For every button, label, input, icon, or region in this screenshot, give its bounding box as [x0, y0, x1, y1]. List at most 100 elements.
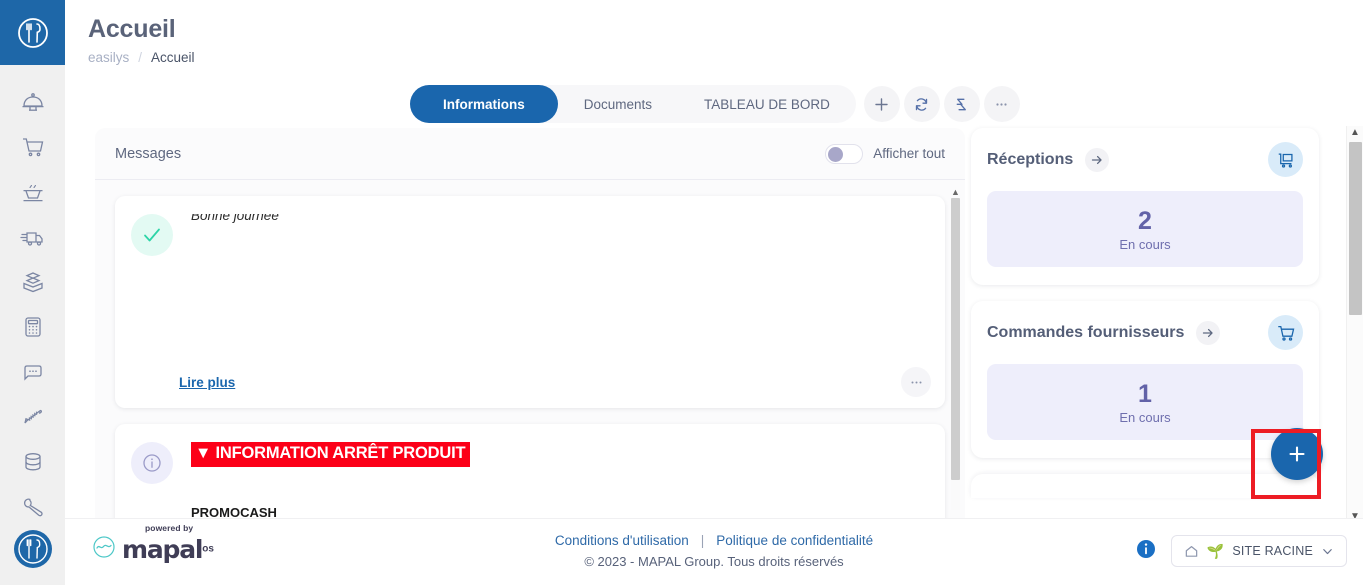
messages-header: Messages Afficher tout [95, 128, 965, 180]
page-scrollbar-track[interactable] [1348, 140, 1362, 510]
main-content: Messages Afficher tout Bonne journee Lir… [95, 128, 1335, 518]
page-scrollbar-thumb[interactable] [1348, 142, 1362, 315]
sidebar-item-stock[interactable] [0, 259, 65, 304]
footer-links: Conditions d'utilisation | Politique de … [555, 533, 873, 548]
stat-card-title: Commandes fournisseurs [987, 323, 1185, 341]
message-text: Bonne journee [191, 214, 279, 223]
info-circle-icon[interactable] [1135, 538, 1157, 565]
stat-card-icon-badge [1268, 142, 1303, 177]
terms-link[interactable]: Conditions d'utilisation [555, 533, 689, 548]
messages-panel: Messages Afficher tout Bonne journee Lir… [95, 128, 965, 518]
messages-scrollbar-thumb[interactable] [951, 198, 960, 480]
fish-bone-icon [23, 409, 42, 423]
stat-card-value-box: 2 En cours [987, 191, 1303, 267]
page-header: Accueil easilys / Accueil [88, 14, 195, 65]
message-avatar [131, 442, 173, 484]
stat-card-commandes-fournisseurs: Commandes fournisseurs 1 En cours [971, 301, 1323, 480]
show-all-toggle[interactable] [825, 143, 864, 164]
message-more-button[interactable] [901, 367, 931, 397]
breadcrumb-current: Accueil [151, 50, 195, 65]
info-circle-icon [1136, 539, 1155, 558]
tab-documents[interactable]: Documents [558, 85, 678, 123]
sidebar-item-cloche[interactable] [0, 79, 65, 124]
info-icon [143, 454, 161, 472]
stat-card-icon-badge [1268, 315, 1303, 350]
stat-card-receptions: Réceptions 2 En cours [971, 128, 1319, 285]
more-options-button[interactable] [983, 86, 1020, 122]
messages-scrollbar[interactable]: ▲ [950, 188, 961, 510]
sidebar-item-calculator[interactable] [0, 304, 65, 349]
wrench-icon [23, 498, 43, 516]
read-more-link[interactable]: Lire plus [179, 375, 235, 390]
messages-title: Messages [115, 145, 182, 162]
stat-card-arrow-button[interactable] [1085, 147, 1110, 172]
page-scroll-up-icon[interactable]: ▲ [1350, 126, 1360, 140]
plus-icon [875, 97, 889, 111]
check-icon [144, 228, 160, 242]
sidebar-item-fish[interactable] [0, 394, 65, 439]
site-selector[interactable]: 🌱 SITE RACINE [1170, 535, 1347, 567]
message-body: Bonne journee [191, 214, 929, 256]
ellipsis-icon [996, 102, 1007, 106]
stat-card-value: 1 [1138, 379, 1152, 408]
breadcrumb-root[interactable]: easilys [88, 50, 129, 65]
stats-column: Réceptions 2 En cours Commandes fourniss… [971, 128, 1323, 518]
add-order-fab[interactable] [1271, 428, 1323, 480]
page-scrollbar[interactable]: ▲ ▼ [1346, 126, 1363, 524]
sidebar-item-chat[interactable] [0, 349, 65, 394]
footer-link-separator: | [700, 533, 705, 548]
sidebar-item-cart[interactable] [0, 124, 65, 169]
tab-informations[interactable]: Informations [410, 85, 558, 123]
sidebar-item-database[interactable] [0, 439, 65, 484]
powered-by-label: powered by [145, 523, 194, 533]
app-root: Accueil easilys / Accueil Informations D… [0, 0, 1363, 585]
add-tab-button[interactable] [863, 86, 900, 122]
footer-right: 🌱 SITE RACINE [1135, 535, 1347, 567]
scroll-up-icon[interactable]: ▲ [951, 188, 960, 197]
sidebar-item-pot[interactable] [0, 169, 65, 214]
toggle-knob [828, 146, 844, 162]
ellipsis-icon [911, 381, 921, 383]
show-all-toggle-wrap: Afficher tout [825, 143, 945, 164]
stat-card-value: 2 [1138, 206, 1152, 235]
plus-icon [1289, 446, 1305, 462]
message-footer: Lire plus [115, 356, 945, 408]
message-card[interactable]: Bonne journee Lire plus [115, 196, 945, 408]
tab-group: Informations Documents TABLEAU DE BORD [410, 85, 856, 123]
sidebar-bottom-logo[interactable] [0, 519, 65, 579]
breadcrumb: easilys / Accueil [88, 50, 195, 65]
left-sidebar [0, 0, 65, 585]
chat-bubble-icon [23, 364, 42, 381]
messages-scrollbar-track[interactable] [951, 198, 960, 510]
refresh-icon [916, 97, 928, 111]
stat-card-arrow-button[interactable] [1196, 320, 1221, 345]
product-stop-banner: ▼ INFORMATION ARRÊT PRODUIT [191, 442, 471, 467]
fork-spoon-circle-logo [17, 17, 48, 48]
messages-scroll-area: Bonne journee Lire plus ▼ INFORMATION AR… [95, 180, 965, 518]
message-content: Bonne journee [115, 196, 945, 256]
arrow-right-icon [1092, 155, 1102, 164]
tab-bar: Informations Documents TABLEAU DE BORD [410, 85, 1020, 123]
transfer-button[interactable] [943, 86, 980, 122]
tree-icon: 🌱 [1206, 543, 1225, 559]
app-logo[interactable] [0, 0, 65, 65]
database-icon [24, 452, 41, 470]
message-content: ▼ INFORMATION ARRÊT PRODUIT PROMOCASH [115, 424, 945, 518]
privacy-link[interactable]: Politique de confidentialité [716, 533, 873, 548]
stat-card-value-box: 1 En cours [987, 364, 1303, 440]
delivery-truck-icon [19, 231, 43, 246]
stat-card-header: Commandes fournisseurs [987, 315, 1303, 350]
home-icon [1185, 545, 1198, 557]
stat-card-header: Réceptions [987, 142, 1303, 177]
message-avatar [131, 214, 173, 256]
cloche-dome-icon [22, 92, 43, 111]
page-title: Accueil [88, 15, 176, 43]
transfer-icon [956, 98, 967, 110]
sidebar-item-truck[interactable] [0, 214, 65, 259]
stat-card-title: Réceptions [987, 150, 1074, 168]
footer-copyright: © 2023 - MAPAL Group. Tous droits réserv… [584, 554, 844, 569]
message-card[interactable]: ▼ INFORMATION ARRÊT PRODUIT PROMOCASH [115, 424, 945, 518]
refresh-button[interactable] [903, 86, 940, 122]
tab-tableau-de-bord[interactable]: TABLEAU DE BORD [678, 85, 856, 123]
breadcrumb-separator: / [138, 50, 143, 65]
